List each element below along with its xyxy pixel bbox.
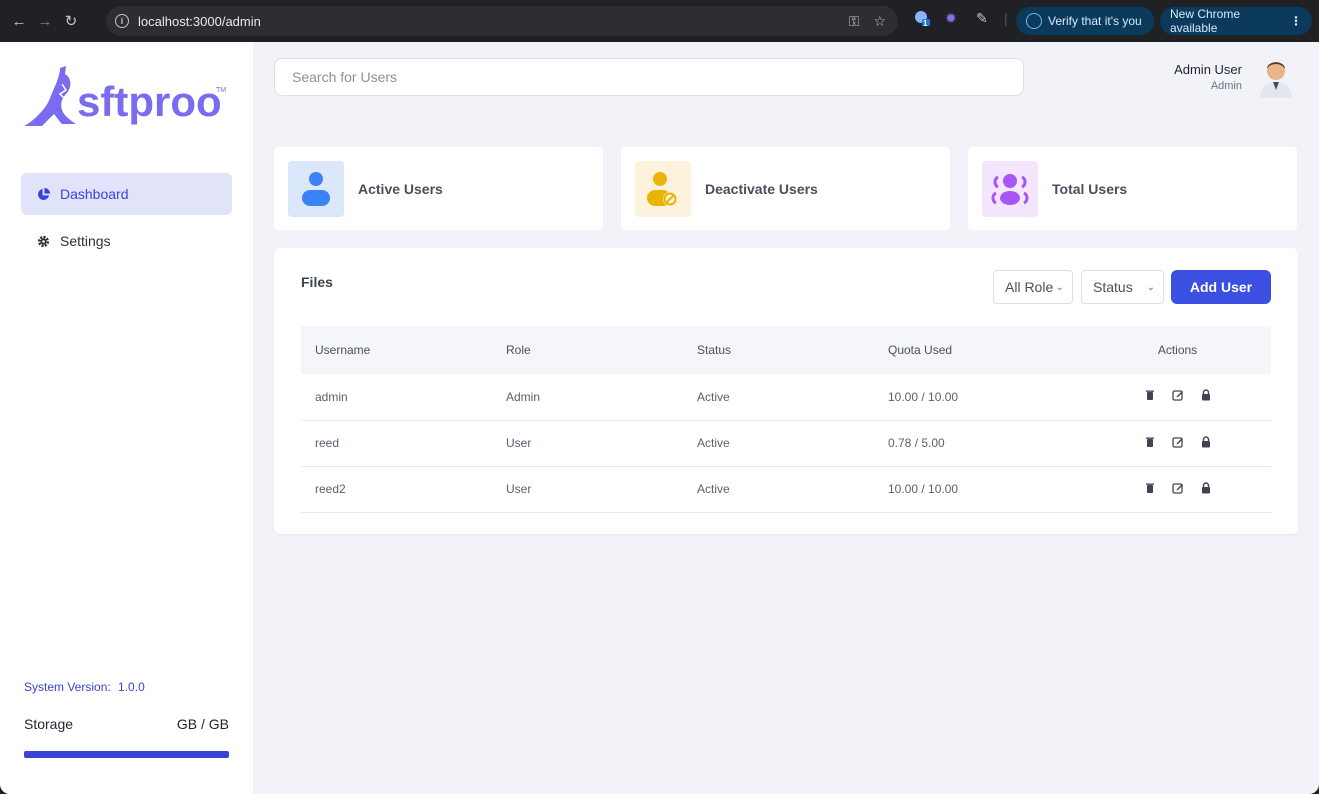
forward-arrow-icon[interactable]: → <box>32 8 58 34</box>
edit-icon[interactable] <box>1171 389 1184 401</box>
bookmark-star-icon[interactable]: ☆ <box>873 13 886 30</box>
column-header-quota[interactable]: Quota Used <box>874 326 1084 374</box>
cell-role: User <box>506 482 532 496</box>
panel-title: Files <box>301 274 333 290</box>
logo-trademark: TM <box>216 87 226 94</box>
chrome-update-button[interactable]: New Chrome available ⋮ <box>1160 7 1312 35</box>
storage-label: Storage <box>24 716 74 732</box>
trash-icon[interactable] <box>1144 482 1156 494</box>
address-bar[interactable]: i localhost:3000/admin ⚿ ☆ <box>106 6 898 36</box>
system-version-label: System Version: <box>24 680 111 694</box>
edit-icon[interactable] <box>1171 482 1184 494</box>
extension-icon[interactable]: 1 <box>914 10 930 29</box>
logo-text: sftproo <box>77 78 222 125</box>
cell-quota: 0.78 / 5.00 <box>888 436 945 450</box>
column-header-username[interactable]: Username <box>301 326 492 374</box>
sidebar-item-settings[interactable]: Settings <box>21 220 232 262</box>
password-key-icon[interactable]: ⚿ <box>849 13 860 30</box>
user-role: Admin <box>1210 80 1242 92</box>
edit-icon[interactable] <box>1171 436 1184 448</box>
sidebar: sftproo TM Dashboard Settings System Ver… <box>0 42 253 794</box>
cell-status: Active <box>697 389 730 404</box>
lock-icon[interactable] <box>1200 435 1212 448</box>
extension-badge: 1 <box>923 19 928 28</box>
gear-icon <box>36 234 50 248</box>
role-filter-value: All Role <box>1005 279 1054 295</box>
avatar[interactable] <box>1256 54 1296 98</box>
lock-icon[interactable] <box>1200 481 1212 494</box>
update-label: New Chrome available <box>1170 7 1241 35</box>
reload-icon[interactable]: ↻ <box>58 8 84 34</box>
cell-actions <box>1084 420 1271 466</box>
role-filter-select[interactable]: All Role ⌄ <box>993 270 1073 304</box>
stat-label: Active Users <box>358 180 443 197</box>
cell-actions <box>1084 466 1271 512</box>
stat-label: Deactivate Users <box>705 180 818 197</box>
trash-icon[interactable] <box>1144 389 1156 401</box>
cell-role: Admin <box>506 389 541 404</box>
cell-quota: 10.00 / 10.00 <box>888 482 959 496</box>
chevron-down-icon: ⌄ <box>1055 281 1064 293</box>
stat-card-total-users[interactable]: Total Users <box>968 147 1297 230</box>
stat-label: Total Users <box>1052 180 1128 197</box>
stat-card-deactivate-users[interactable]: Deactivate Users <box>621 147 950 230</box>
sidebar-item-label: Dashboard <box>60 186 129 202</box>
pie-chart-icon <box>36 187 50 201</box>
storage-progress-fill <box>24 751 229 758</box>
kangaroo-logo-icon: sftproo TM <box>24 66 226 126</box>
storage-summary: Storage GB / GB <box>24 716 229 732</box>
cell-status: Active <box>697 482 730 496</box>
address-url[interactable]: localhost:3000/admin <box>138 14 261 29</box>
table-row: reed2 User Active 10.00 / 10.00 <box>301 466 1271 512</box>
add-user-button[interactable]: Add User <box>1171 270 1271 304</box>
users-panel: Files All Role ⌄ Status ⌄ Add User Usern… <box>274 248 1298 534</box>
chevron-down-icon: ⌄ <box>1146 281 1155 293</box>
user-name: Admin User <box>1174 62 1242 77</box>
sidebar-item-dashboard[interactable]: Dashboard <box>21 173 232 215</box>
extensions-puzzle-icon[interactable]: ✎ <box>976 10 988 27</box>
cell-username: reed <box>315 436 340 450</box>
users-group-icon <box>982 160 1038 217</box>
cell-username: reed2 <box>315 482 346 496</box>
storage-progress-bar <box>24 751 229 758</box>
app-root: sftproo TM Dashboard Settings System Ver… <box>0 42 1319 794</box>
user-blocked-icon <box>635 160 691 217</box>
user-profile[interactable]: Admin User Admin <box>1174 62 1242 92</box>
sftproo-logo[interactable]: sftproo TM <box>22 64 232 130</box>
column-header-role[interactable]: Role <box>492 326 683 374</box>
system-version-value: 1.0.0 <box>118 680 145 694</box>
stat-card-active-users[interactable]: Active Users <box>274 147 603 230</box>
search-input[interactable] <box>274 58 1024 96</box>
column-header-actions: Actions <box>1157 343 1198 357</box>
cell-username: admin <box>315 389 348 404</box>
verify-label: Verify that it's you <box>1048 14 1142 28</box>
browser-toolbar: ← → ↻ i localhost:3000/admin ⚿ ☆ 1 ✹ ✎ |… <box>0 0 1319 42</box>
toolbar-divider: | <box>1004 10 1008 26</box>
system-version: System Version: 1.0.0 <box>24 680 145 694</box>
status-filter-select[interactable]: Status ⌄ <box>1081 270 1164 304</box>
users-table: Username Role Status Quota Used Actions … <box>301 326 1271 513</box>
back-arrow-icon[interactable]: ← <box>6 8 32 34</box>
cell-role: User <box>506 436 532 450</box>
column-header-status[interactable]: Status <box>683 326 874 374</box>
table-row: admin Admin Active 10.00 / 10.00 <box>301 374 1271 420</box>
kebab-menu-icon[interactable]: ⋮ <box>1290 14 1302 28</box>
table-header-row: Username Role Status Quota Used Actions <box>301 326 1271 374</box>
table-row: reed User Active 0.78 / 5.00 <box>301 420 1271 466</box>
verify-identity-button[interactable]: Verify that it's you <box>1016 7 1154 35</box>
lock-icon[interactable] <box>1200 389 1212 401</box>
trash-icon[interactable] <box>1144 436 1156 448</box>
status-filter-value: Status <box>1093 279 1133 295</box>
user-icon <box>288 160 344 217</box>
wifi-extension-icon[interactable]: ✹ <box>945 10 957 27</box>
cell-actions <box>1084 374 1271 420</box>
sidebar-item-label: Settings <box>60 233 111 249</box>
site-info-icon[interactable]: i <box>115 14 129 28</box>
google-account-icon <box>1026 13 1042 29</box>
cell-quota: 10.00 / 10.00 <box>888 389 959 404</box>
storage-value: GB / GB <box>176 716 229 732</box>
cell-status: Active <box>697 436 730 450</box>
